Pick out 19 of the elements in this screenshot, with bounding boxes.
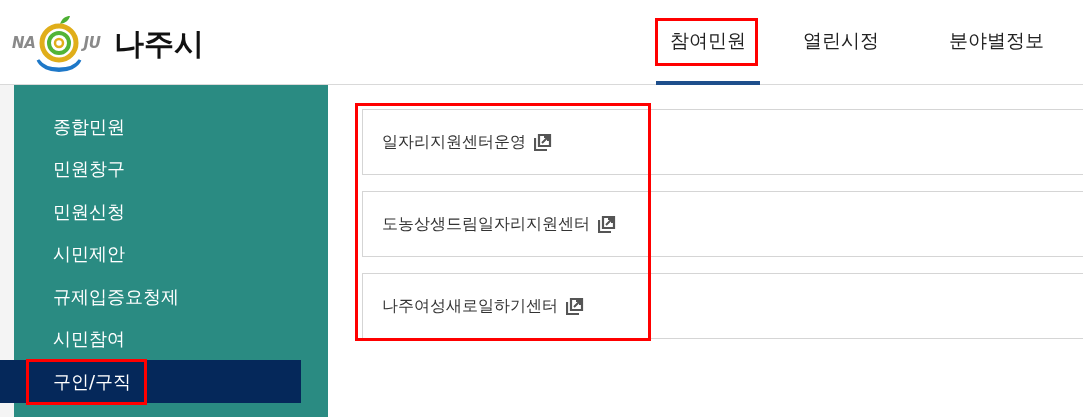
sidebar-item[interactable]: 구인/구직: [0, 360, 301, 403]
sidebar-item[interactable]: 시민제안: [14, 232, 301, 275]
sidebar-item[interactable]: 종합민원: [14, 105, 301, 148]
link-label: 일자리지원센터운영: [382, 131, 526, 153]
link-card[interactable]: 도농상생드림일자리지원센터: [362, 191, 1083, 257]
link-label: 도농상생드림일자리지원센터: [382, 213, 590, 235]
logo-text: NA: [12, 32, 36, 54]
sidebar-item[interactable]: 민원신청: [14, 190, 301, 233]
nav-tab[interactable]: 참여민원: [656, 0, 760, 85]
link-label: 나주여성새로일하기센터: [382, 295, 558, 317]
site-name: 나주시: [114, 24, 205, 63]
sidebar-item[interactable]: 시민참여: [14, 317, 301, 360]
link-card[interactable]: 일자리지원센터운영: [362, 109, 1083, 175]
sidebar-item[interactable]: 규제입증요청제: [14, 275, 301, 318]
logo-text: JU: [83, 32, 101, 54]
sidebar-item[interactable]: 민원창구: [14, 147, 301, 190]
nav-tab[interactable]: 분야별정보: [934, 0, 1058, 85]
link-card[interactable]: 나주여성새로일하기센터: [362, 273, 1083, 339]
nav-tab[interactable]: 열린시정: [789, 0, 893, 85]
